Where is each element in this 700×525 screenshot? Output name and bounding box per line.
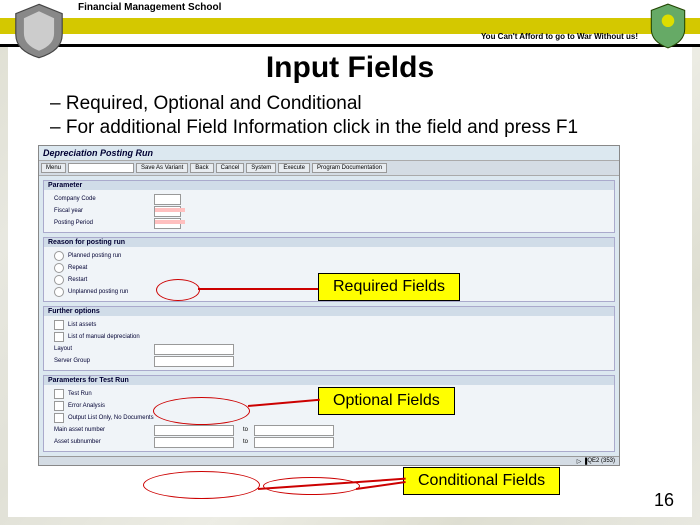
toolbar: Menu Save As Variant Back Cancel System …	[39, 160, 619, 176]
callout-optional: Optional Fields	[318, 387, 455, 415]
period-field[interactable]	[154, 218, 181, 229]
cb-manual-dep[interactable]	[54, 332, 64, 342]
command-input[interactable]	[68, 163, 134, 173]
app-screenshot: Depreciation Posting Run Menu Save As Va…	[38, 145, 620, 466]
radio-repeat[interactable]	[54, 263, 64, 273]
cb-testrun[interactable]	[54, 389, 64, 399]
save-variant-button[interactable]: Save As Variant	[136, 163, 188, 173]
cb-output[interactable]	[54, 413, 64, 423]
app-title: Depreciation Posting Run	[39, 146, 619, 160]
server-field[interactable]	[154, 356, 234, 367]
leader-line	[356, 481, 406, 489]
bullet-list: Required, Optional and Conditional For a…	[68, 93, 672, 139]
main-asset-to[interactable]	[254, 425, 334, 436]
crest-left-icon	[10, 2, 68, 60]
sub-asset-to[interactable]	[254, 437, 334, 448]
cb-list-assets[interactable]	[54, 320, 64, 330]
status-bar: ▷ QE2 (353) ▐	[39, 456, 619, 465]
tagline: You Can't Afford to go to War Without us…	[481, 32, 638, 41]
bullet-item: Required, Optional and Conditional	[68, 93, 672, 115]
fiscal-field[interactable]	[154, 206, 181, 217]
radio-unplanned[interactable]	[54, 287, 64, 297]
panel-parameter: Parameter Company Code Fiscal year Posti…	[43, 180, 615, 233]
docs-button[interactable]: Program Documentation	[312, 163, 387, 173]
callout-conditional: Conditional Fields	[403, 467, 560, 495]
system-button[interactable]: System	[246, 163, 276, 173]
back-button[interactable]: Back	[190, 163, 213, 173]
leader-line	[258, 478, 406, 490]
crest-right-icon	[646, 2, 690, 50]
page-title: Input Fields	[28, 51, 672, 85]
school-name: Financial Management School	[78, 2, 221, 13]
bullet-item: For additional Field Information click i…	[68, 117, 672, 139]
circle-annotation	[143, 471, 260, 499]
radio-planned[interactable]	[54, 251, 64, 261]
page-number: 16	[654, 490, 674, 511]
sub-asset-from[interactable]	[154, 437, 234, 448]
panel-options: Further options List assets List of manu…	[43, 306, 615, 371]
circle-annotation	[263, 477, 360, 495]
menu-button[interactable]: Menu	[41, 163, 66, 173]
cancel-button[interactable]: Cancel	[216, 163, 245, 173]
company-field[interactable]	[154, 194, 181, 205]
main-asset-from[interactable]	[154, 425, 234, 436]
layout-field[interactable]	[154, 344, 234, 355]
radio-restart[interactable]	[54, 275, 64, 285]
header-bar: Financial Management School You Can't Af…	[0, 0, 700, 47]
cb-error[interactable]	[54, 401, 64, 411]
callout-required: Required Fields	[318, 273, 460, 301]
execute-button[interactable]: Execute	[278, 163, 310, 173]
slide-content: Input Fields Required, Optional and Cond…	[8, 47, 692, 517]
